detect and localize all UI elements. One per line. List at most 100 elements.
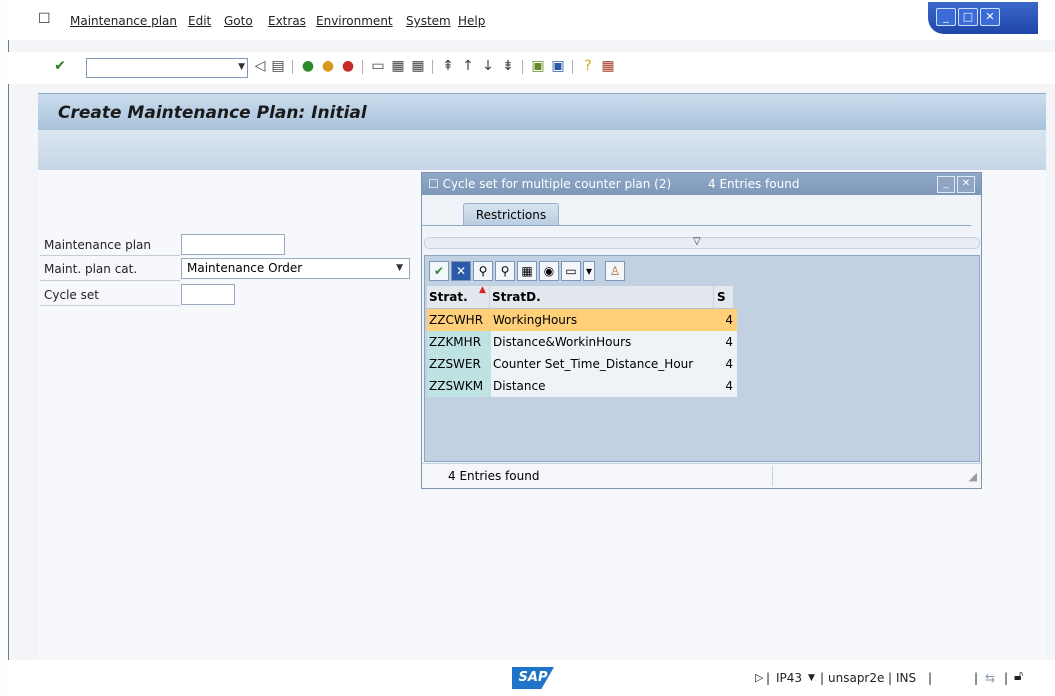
table-row[interactable]: ZZSWKM Distance 4 [427, 375, 737, 397]
cell-strat: ZZKMHR [427, 331, 491, 353]
transaction-dropdown-icon[interactable]: ▼ [808, 673, 815, 683]
toolbar-separator [362, 60, 363, 74]
menu-help[interactable]: Help [458, 14, 485, 28]
cancel-x-icon[interactable]: ✕ [451, 261, 471, 281]
toolbar-separator [432, 60, 433, 74]
toolbar-separator [572, 60, 573, 74]
dialog-close-icon[interactable]: ✕ [957, 176, 975, 193]
dialog-status-bar: 4 Entries found ◢ [422, 463, 981, 488]
cycle-set-dialog: ☐ Cycle set for multiple counter plan (2… [421, 172, 982, 489]
status-divider [772, 466, 773, 486]
screen-title-bar: Create Maintenance Plan: Initial [38, 93, 1046, 130]
new-session-icon[interactable]: ▣ [530, 58, 546, 74]
toolbar-separator [292, 60, 293, 74]
server-name: unsapr2e [828, 671, 885, 685]
close-icon[interactable]: ✕ [980, 8, 1000, 26]
enter-check-icon[interactable]: ✔ [52, 58, 68, 74]
help-icon[interactable]: ? [580, 58, 596, 74]
cell-s: 4 [715, 353, 737, 375]
status-expand-icon[interactable]: ▷ [755, 671, 763, 684]
toolbar-separator [522, 60, 523, 74]
confirm-check-icon[interactable]: ✔ [429, 261, 449, 281]
menu-edit[interactable]: Edit [188, 14, 211, 28]
left-edge [0, 0, 8, 696]
window-controls: _ □ ✕ [928, 2, 1038, 34]
application-toolbar [38, 130, 1046, 170]
status-separator: | [1004, 671, 1009, 685]
cell-s: 4 [715, 331, 737, 353]
command-field[interactable]: ▼ [86, 58, 248, 78]
print-preview-icon[interactable]: ▭ [561, 261, 581, 281]
status-separator: | [766, 671, 771, 685]
cancel-icon[interactable]: ● [340, 58, 356, 74]
spreadsheet-icon[interactable]: ▦ [517, 261, 537, 281]
cell-strat: ZZSWKM [427, 375, 491, 397]
plan-category-select[interactable]: Maintenance Order ▼ [181, 258, 410, 279]
exit-icon[interactable]: ● [320, 58, 336, 74]
back-green-icon[interactable]: ● [300, 58, 316, 74]
cell-stratd: Distance&WorkinHours [491, 331, 715, 353]
status-separator: | [928, 671, 933, 685]
restrictions-expand-bar[interactable]: ▽ [424, 236, 980, 249]
column-header-strat[interactable]: Strat. ▲ [427, 285, 490, 309]
tab-restrictions[interactable]: Restrictions [463, 203, 559, 226]
command-dropdown-icon[interactable]: ▼ [238, 62, 245, 72]
system-menu-icon[interactable]: ☐ [38, 11, 51, 27]
menu-system[interactable]: System [406, 14, 451, 28]
menu-environment[interactable]: Environment [316, 14, 393, 28]
menu-maintenance-plan[interactable]: Maintenance plan [70, 14, 177, 28]
dialog-minimize-icon[interactable]: _ [937, 176, 955, 193]
back-arrow-icon[interactable]: ◁ [252, 58, 268, 74]
status-separator: | [820, 671, 825, 685]
expand-triangle-icon[interactable]: ▽ [693, 236, 701, 247]
menu-extras[interactable]: Extras [268, 14, 306, 28]
maintenance-plan-label: Maintenance plan [44, 238, 152, 252]
menu-goto[interactable]: Goto [224, 14, 253, 28]
cycle-set-label: Cycle set [44, 288, 99, 302]
transaction-code: IP43 [776, 671, 803, 685]
maintenance-plan-input[interactable] [181, 234, 285, 255]
tab-indicator-icon: ⇆ [985, 671, 996, 685]
column-header-s[interactable]: S [714, 286, 734, 309]
cell-stratd: Counter Set_Time_Distance_Hour [491, 353, 715, 375]
first-page-icon[interactable]: ⇞ [440, 58, 456, 74]
maximize-icon[interactable]: □ [958, 8, 978, 26]
label-underline [40, 255, 180, 256]
previous-page-icon[interactable]: ↑ [460, 58, 476, 74]
table-row[interactable]: ZZCWHR WorkingHours 4 [427, 309, 737, 331]
table-row[interactable]: ZZSWER Counter Set_Time_Distance_Hour 4 [427, 353, 737, 375]
shortcut-icon[interactable]: ▣ [550, 58, 566, 74]
minimize-icon[interactable]: _ [936, 8, 956, 26]
lock-icon[interactable]: 🔓︎ [1014, 668, 1023, 684]
layout-menu-icon[interactable]: ▦ [600, 58, 616, 74]
label-underline [40, 305, 180, 306]
find-next-icon[interactable]: ▦ [410, 58, 426, 74]
cycle-set-input[interactable] [181, 284, 235, 305]
chevron-down-icon[interactable]: ▼ [396, 263, 403, 273]
cell-stratd: WorkingHours [491, 309, 715, 331]
more-dropdown-icon[interactable]: ▾ [583, 261, 595, 281]
last-page-icon[interactable]: ⇟ [500, 58, 516, 74]
page-title: Create Maintenance Plan: Initial [58, 103, 367, 123]
status-separator: | [888, 671, 893, 685]
label-underline [40, 280, 180, 281]
cell-stratd: Distance [491, 375, 715, 397]
info-icon[interactable]: ◉ [539, 261, 559, 281]
find-icon[interactable]: ▦ [390, 58, 406, 74]
resize-grip-icon[interactable]: ◢ [969, 470, 977, 483]
column-header-stratd[interactable]: StratD. [490, 286, 714, 309]
status-separator: | [974, 671, 979, 685]
cell-s: 4 [715, 309, 737, 331]
dialog-title: ☐ Cycle set for multiple counter plan (2… [428, 177, 672, 191]
dialog-entry-count: 4 Entries found [708, 177, 800, 191]
cell-strat: ZZCWHR [427, 309, 491, 331]
cell-strat: ZZSWER [427, 353, 491, 375]
table-row[interactable]: ZZKMHR Distance&WorkinHours 4 [427, 331, 737, 353]
binoculars-icon[interactable]: ⚲ [473, 261, 493, 281]
next-page-icon[interactable]: ↓ [480, 58, 496, 74]
results-panel: ✔ ✕ ⚲ ⚲ ▦ ◉ ▭ ▾ ♙ Strat. ▲ StratD. S ZZC… [424, 255, 980, 462]
personal-list-icon[interactable]: ♙ [605, 261, 625, 281]
find-next-binoculars-icon[interactable]: ⚲ [495, 261, 515, 281]
save-icon[interactable]: ▤ [270, 58, 286, 74]
print-icon[interactable]: ▭ [370, 58, 386, 74]
